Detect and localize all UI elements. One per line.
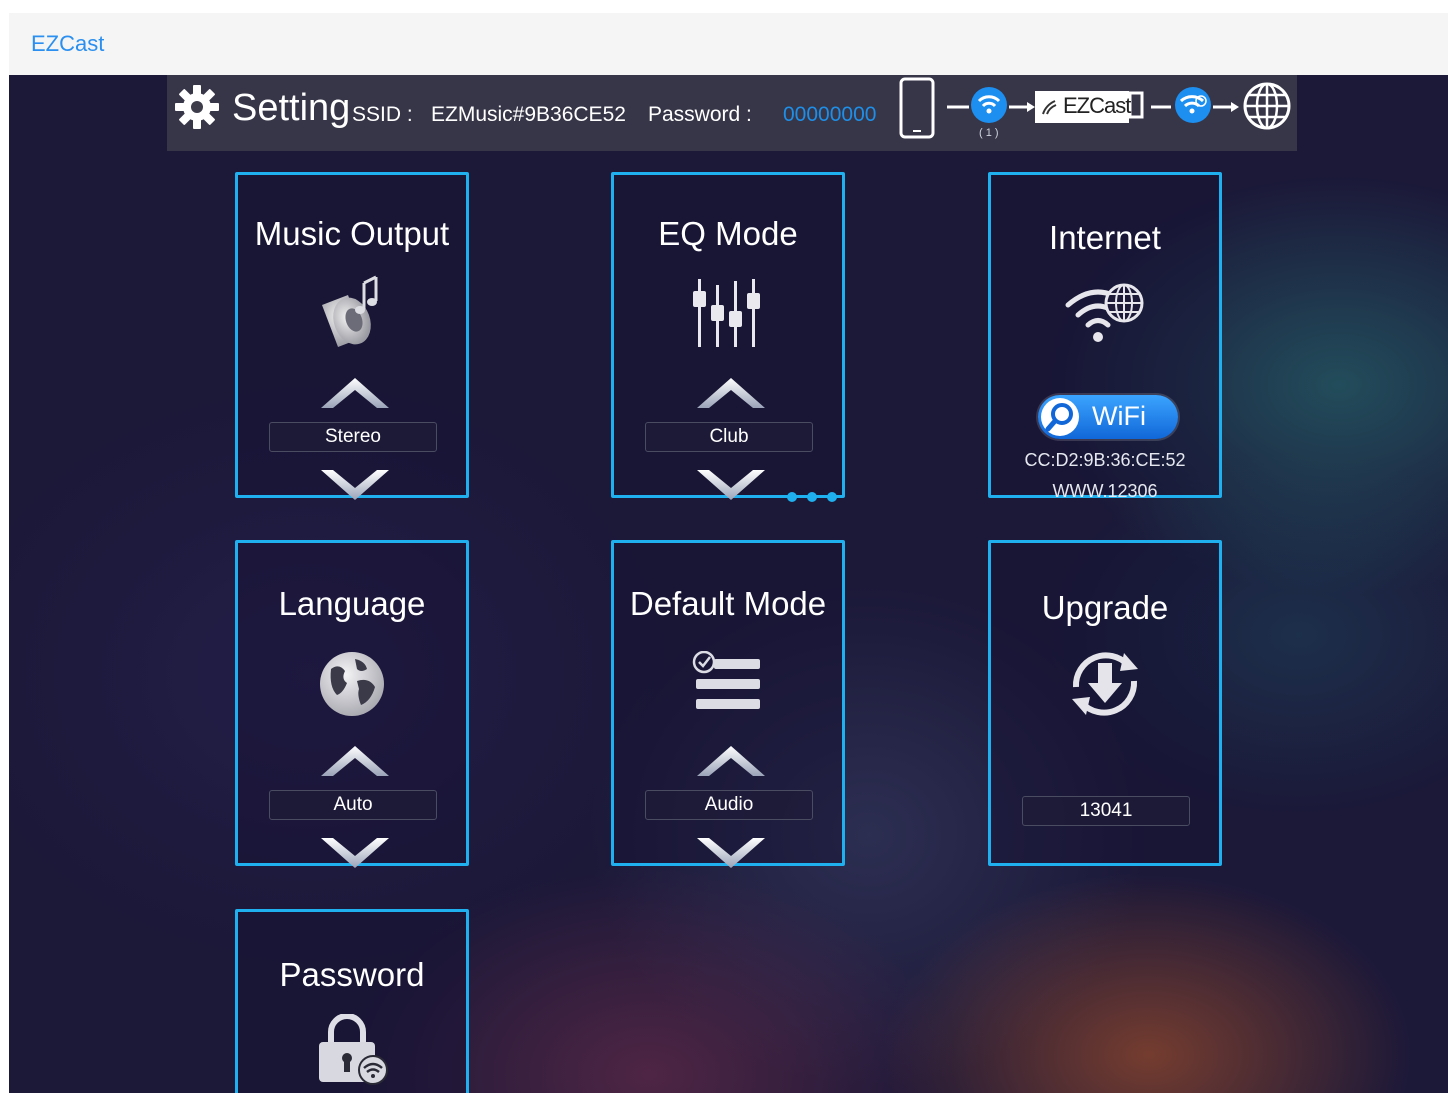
tile-language[interactable]: Language Auto [235, 540, 469, 868]
tile-default-mode[interactable]: Default Mode Audio [611, 540, 845, 868]
equalizer-icon [693, 279, 760, 347]
chevron-up-icon[interactable] [697, 746, 765, 778]
upgrade-icon [1072, 652, 1138, 716]
chevron-up-icon[interactable] [697, 378, 765, 410]
music-speaker-icon [322, 275, 378, 347]
tile-title: Upgrade [1041, 589, 1169, 626]
tile-upgrade[interactable]: Upgrade 13041 [988, 540, 1222, 866]
search-icon [1041, 398, 1079, 436]
chevron-down-icon[interactable] [321, 468, 389, 500]
chevron-down-icon[interactable] [321, 836, 389, 868]
tile-title: Internet [1049, 219, 1161, 256]
ezcast-wave-icon [1042, 100, 1057, 115]
chevron-up-icon[interactable] [321, 746, 389, 778]
app-brand-title: EZCast [31, 31, 105, 56]
tile-password[interactable]: Password [235, 909, 469, 1093]
chevron-up-icon[interactable] [321, 378, 389, 410]
ssid-value: EZMusic#9B36CE52 [431, 103, 626, 126]
ezcast-logo-text: EZCast [1063, 93, 1131, 118]
wifi-router-icon [1175, 87, 1211, 123]
network-name: WWW.12306 [1052, 481, 1158, 501]
more-dots-icon [787, 492, 837, 502]
mac-address: CC:D2:9B:36:CE:52 [1024, 450, 1186, 470]
wifi-button-label: WiFi [1092, 401, 1146, 431]
wifi-search-button[interactable]: WiFi [1038, 395, 1178, 439]
lock-wifi-icon [319, 1014, 388, 1085]
page-title: Setting [232, 87, 351, 129]
language-value: Auto [269, 790, 437, 820]
firmware-version: 13041 [1022, 796, 1190, 826]
settings-stage: Setting SSID : EZMusic#9B36CE52 Password… [9, 75, 1448, 1093]
password-value: 00000000 [783, 103, 877, 126]
tile-title: Default Mode [629, 585, 827, 622]
tile-title: EQ Mode [658, 215, 798, 252]
tile-internet[interactable]: Internet WiFi CC:D2:9B:36:CE:52 WWW.1230… [988, 172, 1222, 501]
globe-icon [1243, 82, 1291, 130]
ezcast-dongle-icon [1128, 91, 1144, 119]
wifi-device-icon [971, 87, 1007, 123]
gear-icon[interactable] [173, 83, 221, 131]
tile-title: Language [278, 585, 426, 622]
settings-header: Setting SSID : EZMusic#9B36CE52 Password… [167, 75, 1297, 151]
default-mode-value: Audio [645, 790, 813, 820]
tile-music-output[interactable]: Music Output Stereo [235, 172, 469, 500]
music-output-value: Stereo [269, 422, 437, 452]
browser-title-bar: EZCast [9, 13, 1448, 75]
chevron-down-icon[interactable] [697, 836, 765, 868]
ssid-label: SSID : [352, 103, 413, 126]
wifi-globe-icon [1065, 283, 1144, 342]
connected-count: ( 1 ) [979, 127, 999, 139]
chevron-down-icon[interactable] [697, 468, 765, 500]
world-icon [320, 652, 384, 716]
eq-mode-value: Club [645, 422, 813, 452]
checklist-icon [692, 651, 760, 709]
tile-title: Music Output [254, 215, 450, 252]
tile-eq-mode[interactable]: EQ Mode Club [611, 172, 845, 502]
ezcast-logo: EZCast [1035, 91, 1131, 123]
password-label: Password : [648, 103, 752, 126]
tile-title: Password [279, 956, 425, 993]
phone-icon [899, 77, 935, 139]
